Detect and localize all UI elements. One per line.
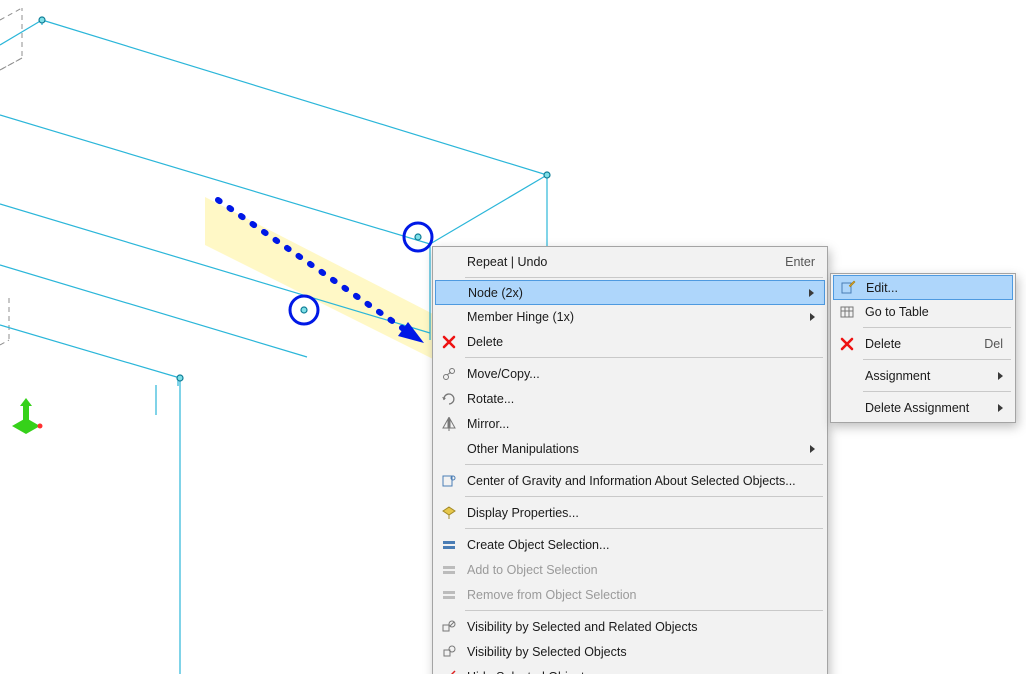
move-icon bbox=[435, 361, 463, 386]
menu-label: Visibility by Selected and Related Objec… bbox=[463, 620, 815, 634]
menu-label: Delete bbox=[463, 335, 815, 349]
blank-icon bbox=[833, 395, 861, 420]
submenu-item-edit[interactable]: Edit... bbox=[833, 275, 1013, 300]
submenu-item-delete-assignment[interactable]: Delete Assignment bbox=[833, 395, 1013, 420]
menu-label: Visibility by Selected Objects bbox=[463, 645, 815, 659]
menu-label: Center of Gravity and Information About … bbox=[463, 474, 815, 488]
menu-separator bbox=[465, 464, 823, 465]
menu-separator bbox=[465, 357, 823, 358]
selection-create-icon bbox=[435, 532, 463, 557]
menu-item-rotate[interactable]: Rotate... bbox=[435, 386, 825, 411]
selection-add-icon bbox=[435, 557, 463, 582]
rotate-icon bbox=[435, 386, 463, 411]
submenu-arrow-icon bbox=[998, 372, 1003, 380]
menu-separator bbox=[863, 359, 1011, 360]
menu-separator bbox=[863, 391, 1011, 392]
table-icon bbox=[833, 299, 861, 324]
menu-item-delete[interactable]: Delete bbox=[435, 329, 825, 354]
hide-icon bbox=[435, 664, 463, 674]
submenu-arrow-icon bbox=[998, 404, 1003, 412]
menu-item-member-hinge[interactable]: Member Hinge (1x) bbox=[435, 304, 825, 329]
blank-icon bbox=[435, 304, 463, 329]
blank-icon bbox=[436, 281, 464, 304]
menu-label: Repeat | Undo bbox=[463, 255, 761, 269]
menu-label: Rotate... bbox=[463, 392, 815, 406]
menu-separator bbox=[465, 610, 823, 611]
menu-label: Delete Assignment bbox=[861, 401, 980, 415]
edit-icon bbox=[834, 276, 862, 299]
context-menu-main: Repeat | Undo Enter Node (2x) Member Hin… bbox=[432, 246, 828, 674]
menu-label: Add to Object Selection bbox=[463, 563, 815, 577]
menu-label: Go to Table bbox=[861, 305, 1003, 319]
menu-label: Display Properties... bbox=[463, 506, 815, 520]
menu-item-node[interactable]: Node (2x) bbox=[435, 280, 825, 305]
menu-label: Assignment bbox=[861, 369, 980, 383]
menu-item-other-manipulations[interactable]: Other Manipulations bbox=[435, 436, 825, 461]
menu-item-visibility-selected[interactable]: Visibility by Selected Objects bbox=[435, 639, 825, 664]
menu-label: Hide Selected Objects bbox=[463, 670, 815, 674]
context-submenu-node: Edit... Go to Table Delete Del Assignmen… bbox=[830, 273, 1016, 423]
submenu-arrow-icon bbox=[810, 313, 815, 321]
info-icon bbox=[435, 468, 463, 493]
visibility-selected-icon bbox=[435, 639, 463, 664]
menu-item-add-selection: Add to Object Selection bbox=[435, 557, 825, 582]
submenu-item-goto-table[interactable]: Go to Table bbox=[833, 299, 1013, 324]
menu-label: Node (2x) bbox=[464, 286, 791, 300]
menu-item-mirror[interactable]: Mirror... bbox=[435, 411, 825, 436]
menu-item-move-copy[interactable]: Move/Copy... bbox=[435, 361, 825, 386]
menu-item-hide-selected[interactable]: Hide Selected Objects bbox=[435, 664, 825, 674]
menu-item-repeat[interactable]: Repeat | Undo Enter bbox=[435, 249, 825, 274]
menu-separator bbox=[465, 528, 823, 529]
menu-separator bbox=[465, 277, 823, 278]
menu-label: Move/Copy... bbox=[463, 367, 815, 381]
delete-icon bbox=[435, 329, 463, 354]
menu-item-remove-selection: Remove from Object Selection bbox=[435, 582, 825, 607]
menu-label: Member Hinge (1x) bbox=[463, 310, 792, 324]
submenu-item-assignment[interactable]: Assignment bbox=[833, 363, 1013, 388]
blank-icon bbox=[435, 436, 463, 461]
menu-label: Edit... bbox=[862, 281, 1002, 295]
menu-separator bbox=[465, 496, 823, 497]
menu-label: Remove from Object Selection bbox=[463, 588, 815, 602]
submenu-arrow-icon bbox=[810, 445, 815, 453]
mirror-icon bbox=[435, 411, 463, 436]
menu-item-create-selection[interactable]: Create Object Selection... bbox=[435, 532, 825, 557]
submenu-item-delete[interactable]: Delete Del bbox=[833, 331, 1013, 356]
menu-label: Create Object Selection... bbox=[463, 538, 815, 552]
display-icon bbox=[435, 500, 463, 525]
menu-accel: Enter bbox=[785, 255, 815, 269]
menu-item-center-of-gravity[interactable]: Center of Gravity and Information About … bbox=[435, 468, 825, 493]
menu-separator bbox=[863, 327, 1011, 328]
menu-label: Mirror... bbox=[463, 417, 815, 431]
menu-item-visibility-related[interactable]: Visibility by Selected and Related Objec… bbox=[435, 614, 825, 639]
menu-accel: Del bbox=[984, 337, 1003, 351]
visibility-icon bbox=[435, 614, 463, 639]
menu-label: Other Manipulations bbox=[463, 442, 792, 456]
submenu-arrow-icon bbox=[809, 289, 814, 297]
menu-item-display-properties[interactable]: Display Properties... bbox=[435, 500, 825, 525]
menu-label: Delete bbox=[861, 337, 960, 351]
selection-remove-icon bbox=[435, 582, 463, 607]
blank-icon bbox=[833, 363, 861, 388]
blank-icon bbox=[435, 249, 463, 274]
delete-icon bbox=[833, 331, 861, 356]
